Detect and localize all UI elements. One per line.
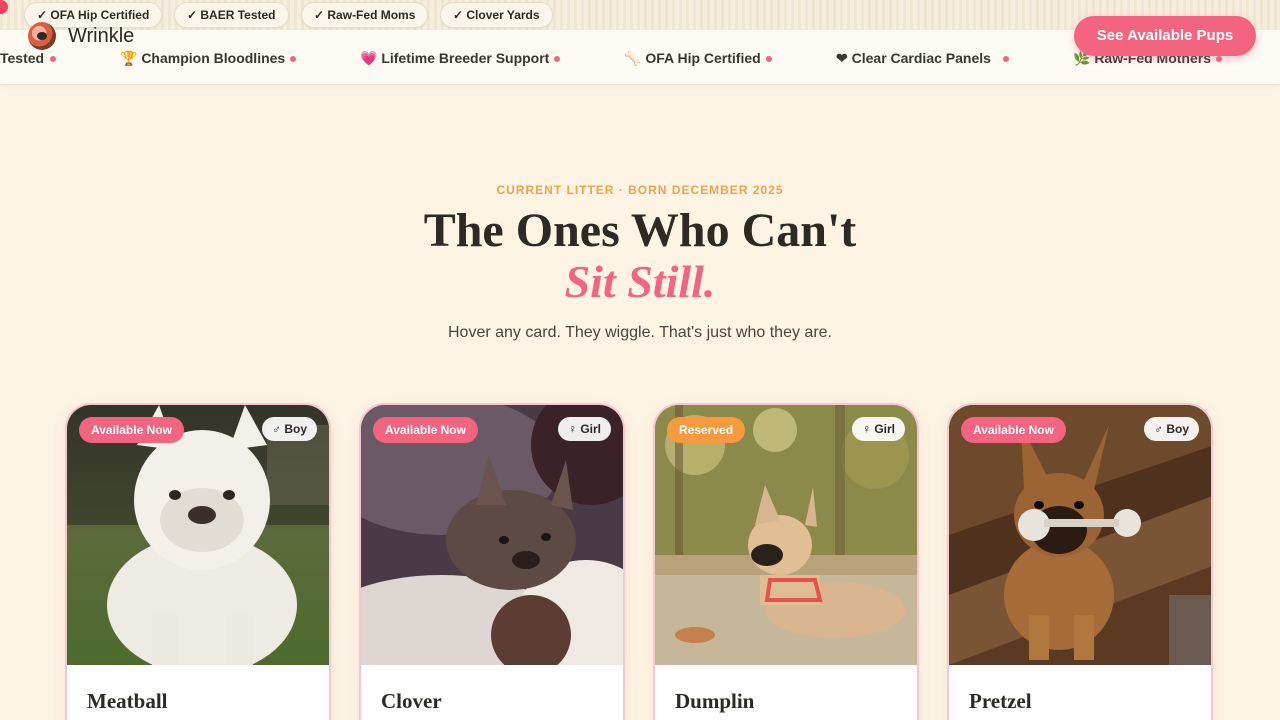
puppy-photo [655,405,917,665]
section-title-accent: Sit Still. [564,256,716,307]
gender-badge: ♂ Boy [1143,417,1199,441]
marquee-separator [1003,56,1009,62]
puppy-card-meatball[interactable]: Available Now ♂ Boy Meatball [65,403,331,720]
puppy-photo [361,405,623,665]
status-badge: Reserved [667,417,746,443]
badge-clover-yards: ✓ Clover Yards [440,2,553,28]
brand-link[interactable]: Wrinkle [28,22,134,50]
puppy-photo [949,405,1211,665]
see-available-pups-button[interactable]: See Available Pups [1074,16,1256,56]
status-badge: Available Now [373,417,478,443]
section-title: The Ones Who Can't [423,204,857,257]
gender-badge: ♀ Girl [557,417,611,441]
marquee-item: Tested [0,50,45,66]
puppy-photo [67,405,329,665]
status-badge: Available Now [961,417,1066,443]
section-eyebrow: CURRENT LITTER · BORN DECEMBER 2025 [496,183,784,197]
status-badge: Available Now [79,417,184,443]
puppy-name: Clover [381,689,442,713]
marquee-separator [766,56,772,62]
badge-raw-fed: ✓ Raw-Fed Moms [301,2,429,28]
gender-badge: ♂ Boy [261,417,317,441]
puppy-card-pretzel[interactable]: Available Now ♂ Boy Pretzel [947,403,1213,720]
puppy-card-dumplin[interactable]: Reserved ♀ Girl Dumplin [653,403,919,720]
puppy-name: Meatball [87,689,168,713]
puppy-name: Dumplin [675,689,755,713]
logo-icon [28,22,56,50]
marquee-separator [50,56,56,62]
marquee-separator [554,56,560,62]
gender-badge: ♀ Girl [851,417,905,441]
marquee-separator [1216,56,1222,62]
marquee-separator [290,56,296,62]
puppy-card-clover[interactable]: Available Now ♀ Girl Clover [359,403,625,720]
marquee-item: 🦴 OFA Hip Certified [624,50,761,66]
badge-baer: ✓ BAER Tested [174,2,289,28]
marquee-item: 🏆 Champion Bloodlines [120,50,286,66]
puppy-name: Pretzel [969,689,1032,713]
section-subtitle: Hover any card. They wiggle. That's just… [448,324,832,341]
marquee-item: 💗 Lifetime Breeder Support [360,50,550,66]
marquee-item: ❤ Clear Cardiac Panels [836,50,991,66]
brand-name: Wrinkle [68,24,135,47]
